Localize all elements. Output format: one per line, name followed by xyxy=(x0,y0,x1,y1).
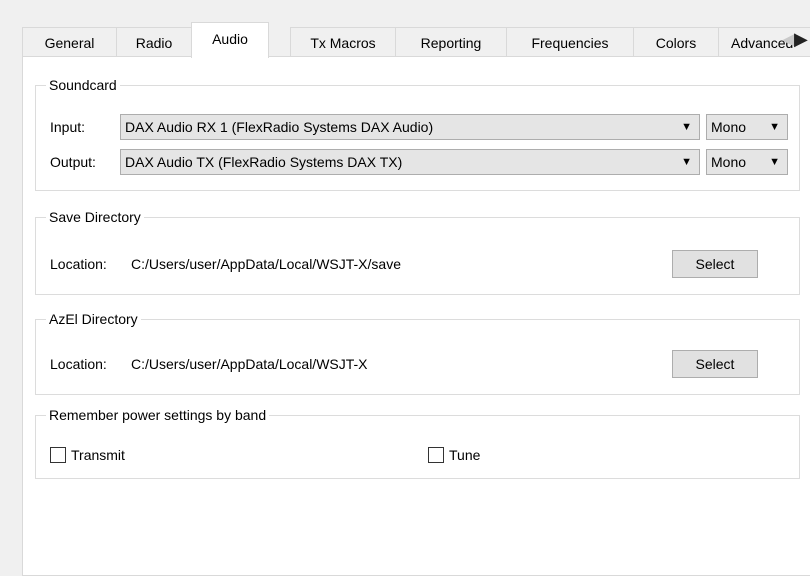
azel-location-label: Location: xyxy=(50,356,107,372)
transmit-checkbox-label: Transmit xyxy=(71,447,125,463)
input-device-value: DAX Audio RX 1 (FlexRadio Systems DAX Au… xyxy=(125,119,434,135)
save-directory-group: Save Directory Location: C:/Users/user/A… xyxy=(35,208,800,295)
azel-directory-group-title: AzEl Directory xyxy=(46,310,141,328)
power-settings-group-title: Remember power settings by band xyxy=(46,406,270,424)
chevron-down-icon: ▼ xyxy=(769,156,780,168)
azel-location-path: C:/Users/user/AppData/Local/WSJT-X xyxy=(131,356,368,372)
soundcard-group-title: Soundcard xyxy=(46,76,120,94)
chevron-down-icon: ▼ xyxy=(681,121,692,133)
tune-checkbox[interactable]: Tune xyxy=(428,446,480,464)
output-channel-select[interactable]: Mono ▼ xyxy=(706,149,788,175)
tab-tx-macros[interactable]: Tx Macros xyxy=(290,27,396,57)
soundcard-group: Soundcard Input: DAX Audio RX 1 (FlexRad… xyxy=(35,76,800,191)
azel-directory-group: AzEl Directory Location: C:/Users/user/A… xyxy=(35,310,800,395)
save-directory-select-button[interactable]: Select xyxy=(672,250,758,278)
output-label: Output: xyxy=(50,154,96,170)
input-label: Input: xyxy=(50,119,86,135)
save-location-path: C:/Users/user/AppData/Local/WSJT-X/save xyxy=(131,256,401,272)
transmit-checkbox-box[interactable] xyxy=(50,447,66,463)
power-settings-group: Remember power settings by band Transmit… xyxy=(35,406,800,479)
azel-directory-select-button[interactable]: Select xyxy=(672,350,758,378)
tab-colors[interactable]: Colors xyxy=(633,27,719,57)
tab-audio[interactable]: Audio xyxy=(191,22,269,58)
input-channel-value: Mono xyxy=(711,119,747,135)
save-location-label: Location: xyxy=(50,256,107,272)
tab-radio[interactable]: Radio xyxy=(116,27,192,57)
tab-scroll-buttons[interactable]: ◀ ▶ xyxy=(782,24,810,54)
output-device-select[interactable]: DAX Audio TX (FlexRadio Systems DAX TX) … xyxy=(120,149,700,175)
tune-checkbox-label: Tune xyxy=(449,447,481,463)
tab-reporting[interactable]: Reporting xyxy=(395,27,507,57)
tune-checkbox-box[interactable] xyxy=(428,447,444,463)
tab-strip: General Radio Tx Macros Reporting Freque… xyxy=(22,27,810,57)
transmit-checkbox[interactable]: Transmit xyxy=(50,446,125,464)
scroll-right-arrow-icon[interactable]: ▶ xyxy=(794,24,808,54)
output-device-value: DAX Audio TX (FlexRadio Systems DAX TX) xyxy=(125,154,403,170)
input-channel-select[interactable]: Mono ▼ xyxy=(706,114,788,140)
save-directory-group-title: Save Directory xyxy=(46,208,144,226)
chevron-down-icon: ▼ xyxy=(681,156,692,168)
input-device-select[interactable]: DAX Audio RX 1 (FlexRadio Systems DAX Au… xyxy=(120,114,700,140)
audio-settings-pane: Soundcard Input: DAX Audio RX 1 (FlexRad… xyxy=(22,56,810,576)
tab-frequencies[interactable]: Frequencies xyxy=(506,27,634,57)
tab-general[interactable]: General xyxy=(22,27,117,57)
chevron-down-icon: ▼ xyxy=(769,121,780,133)
output-channel-value: Mono xyxy=(711,154,747,170)
